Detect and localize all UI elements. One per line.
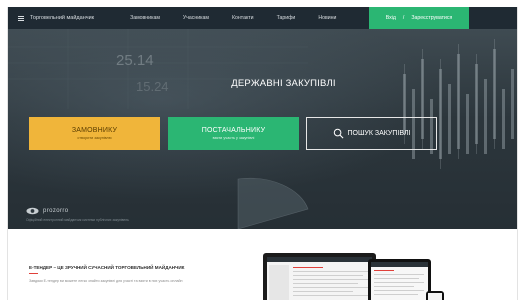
screen-row bbox=[293, 291, 353, 292]
chart-number-1: 25.14 bbox=[116, 52, 154, 69]
hero-banner: 25.14 15.24 ДЕРЖАВНІ ЗАКУПІВЛІ ЗАМОВНИКУ… bbox=[8, 29, 517, 229]
prozorro-logo[interactable]: prozorro bbox=[26, 207, 69, 215]
screen-row bbox=[374, 282, 424, 283]
hamburger-icon[interactable] bbox=[16, 7, 26, 29]
login-link[interactable]: Вхід bbox=[386, 15, 396, 21]
nav-link-contacts[interactable]: Контакти bbox=[232, 15, 254, 21]
login-register-block: Вхід / Зареєструватися bbox=[369, 7, 469, 29]
title-underline bbox=[29, 273, 38, 274]
logo-text: prozorro bbox=[43, 208, 69, 214]
phone-screenshot-image bbox=[426, 291, 444, 300]
supplier-button-sublabel: взяти участь у закупівлі bbox=[212, 136, 255, 140]
phone-screen bbox=[428, 293, 442, 300]
nav-links: Замовникам Учасникам Контакти Тарифи Нов… bbox=[130, 15, 359, 21]
screen-accent-line bbox=[374, 270, 394, 271]
screen-row bbox=[293, 275, 363, 276]
nav-link-customers[interactable]: Замовникам bbox=[130, 15, 160, 21]
search-button-label: ПОШУК ЗАКУПІВЛІ bbox=[347, 130, 411, 137]
customer-button[interactable]: ЗАМОВНИКУ створити закупівлю bbox=[29, 117, 160, 150]
laptop-screenshot-image bbox=[263, 253, 376, 300]
screen-row bbox=[293, 287, 368, 288]
logo-caption: Офіційний електронний майданчик системи … bbox=[26, 218, 129, 222]
screen-row bbox=[293, 283, 358, 284]
customer-button-sublabel: створити закупівлю bbox=[77, 136, 112, 140]
supplier-button[interactable]: ПОСТАЧАЛЬНИКУ взяти участь у закупівлі bbox=[168, 117, 299, 150]
brand-label[interactable]: Торговельний майданчик bbox=[30, 15, 94, 21]
nav-link-participants[interactable]: Учасникам bbox=[183, 15, 209, 21]
login-separator: / bbox=[402, 15, 405, 21]
content-title: Е-ТЕНДЕР – ЦЕ ЗРУЧНИЙ СУЧАСНИЙ ТОРГОВЕЛЬ… bbox=[29, 265, 185, 270]
search-tenders-button[interactable]: ПОШУК ЗАКУПІВЛІ bbox=[306, 117, 437, 150]
screen-row bbox=[374, 290, 424, 291]
screen-row bbox=[374, 294, 418, 295]
register-link[interactable]: Зареєструватися bbox=[411, 15, 452, 21]
screen-row bbox=[374, 278, 419, 279]
screen-accent-line bbox=[293, 267, 323, 268]
screen-sidebar bbox=[269, 265, 289, 300]
screen-row bbox=[374, 274, 424, 275]
hero-title: ДЕРЖАВНІ ЗАКУПІВЛІ bbox=[231, 78, 336, 89]
screen-header-bar bbox=[371, 262, 428, 267]
laptop-screen bbox=[267, 257, 372, 300]
content-text: Завдяки Е-тендер ви можете легко знайти … bbox=[29, 279, 183, 283]
search-icon bbox=[333, 128, 343, 139]
nav-link-tariffs[interactable]: Тарифи bbox=[277, 15, 296, 21]
browser-page: Торговельний майданчик Замовникам Учасни… bbox=[7, 7, 518, 300]
nav-link-news[interactable]: Новини bbox=[318, 15, 336, 21]
screen-header-bar bbox=[267, 257, 372, 262]
customer-button-label: ЗАМОВНИКУ bbox=[71, 127, 118, 134]
screen-row bbox=[374, 286, 414, 287]
screen-row bbox=[293, 279, 368, 280]
tablet-screenshot-image bbox=[368, 259, 431, 300]
top-navbar: Торговельний майданчик Замовникам Учасни… bbox=[8, 7, 517, 29]
supplier-button-label: ПОСТАЧАЛЬНИКУ bbox=[201, 127, 266, 134]
tablet-screen bbox=[371, 262, 428, 300]
eye-icon bbox=[26, 207, 39, 215]
screen-row bbox=[293, 295, 368, 296]
screen-row bbox=[293, 271, 368, 272]
